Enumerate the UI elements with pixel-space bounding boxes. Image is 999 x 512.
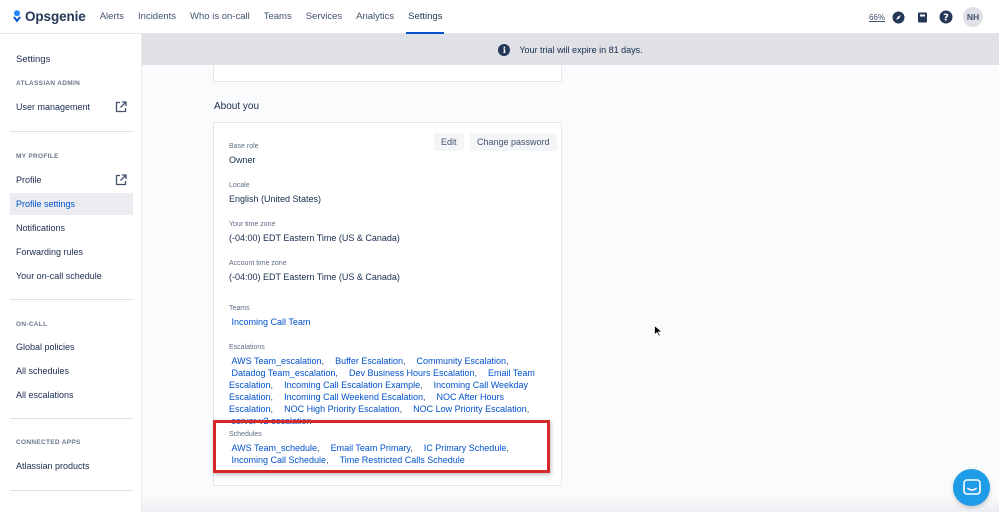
sidebar-item-on-call-schedule[interactable]: Your on-call schedule: [10, 265, 133, 287]
sidebar-item-label: User management: [16, 102, 91, 112]
compass-icon[interactable]: [891, 10, 905, 24]
sidebar-heading-my-profile: MY PROFILE: [16, 153, 59, 160]
list-link[interactable]: NOC High Priority Escalation: [282, 404, 400, 414]
sidebar-item-forwarding-rules[interactable]: Forwarding rules: [10, 241, 133, 263]
nav-settings[interactable]: Settings: [406, 0, 445, 34]
nav-analytics[interactable]: Analytics: [356, 0, 394, 34]
previous-card: [213, 65, 562, 82]
list-link[interactable]: Datadog Team_escalation: [229, 368, 336, 378]
app-name: Opsgenie: [25, 9, 86, 24]
list-link[interactable]: AWS Team_escalation: [229, 356, 322, 366]
nav-services[interactable]: Services: [306, 0, 342, 34]
list-separator: ,: [420, 380, 423, 390]
sidebar-item-user-management[interactable]: User management: [10, 96, 133, 118]
base-role-value: Owner: [229, 155, 256, 165]
info-icon: i: [498, 43, 511, 56]
base-role-label: Base role: [229, 143, 259, 150]
sidebar-item-notifications[interactable]: Notifications: [10, 217, 133, 239]
schedules-highlight-box: [213, 420, 550, 473]
about-you-title: About you: [214, 101, 260, 112]
page-bottom: [142, 496, 999, 512]
opsgenie-logo[interactable]: Opsgenie: [12, 9, 86, 24]
top-navigation: Opsgenie Alerts Incidents Who is on-call…: [0, 0, 999, 34]
list-separator: ,: [270, 404, 274, 414]
user-avatar[interactable]: NH: [963, 7, 983, 27]
chat-icon: [962, 478, 981, 495]
trial-banner-text: Your trial will expire in 81 days.: [519, 44, 643, 55]
nav-alerts[interactable]: Alerts: [100, 0, 124, 34]
account-time-zone-value: (-04:00) EDT Eastern Time (US & Canada): [229, 272, 400, 282]
time-zone-label: Your time zone: [229, 221, 276, 228]
list-link[interactable]: Incoming Call Escalation Example: [282, 380, 420, 390]
list-separator: ,: [506, 356, 509, 366]
list-link[interactable]: NOC Low Priority Escalation: [411, 404, 527, 414]
list-separator: ,: [335, 368, 338, 378]
sidebar-heading-connected-apps: CONNECTED APPS: [16, 439, 81, 446]
sidebar-title: Settings: [16, 54, 51, 65]
settings-sidebar: Settings ATLASSIAN ADMIN User management…: [0, 34, 142, 512]
locale-value: English (United States): [229, 194, 322, 204]
teams-list: Incoming Call Team: [229, 316, 541, 328]
sidebar-heading-on-call: ON-CALL: [16, 321, 48, 328]
list-separator: ,: [321, 356, 325, 366]
sidebar-divider: [10, 418, 133, 419]
nav-teams[interactable]: Teams: [264, 0, 292, 34]
trial-banner: i Your trial will expire in 81 days.: [142, 34, 999, 65]
book-icon[interactable]: [915, 10, 929, 24]
sidebar-divider: [10, 299, 133, 300]
battery-indicator: 66%: [868, 12, 885, 22]
time-zone-value: (-04:00) EDT Eastern Time (US & Canada): [229, 233, 400, 243]
sidebar-heading-atlassian-admin: ATLASSIAN ADMIN: [16, 80, 81, 87]
list-separator: ,: [422, 392, 426, 402]
sidebar-item-atlassian-products[interactable]: Atlassian products: [10, 455, 133, 477]
list-link[interactable]: Community Escalation: [414, 356, 506, 366]
list-separator: ,: [402, 356, 406, 366]
nav-incidents[interactable]: Incidents: [138, 0, 176, 34]
nav-who-is-on-call[interactable]: Who is on-call: [190, 0, 250, 34]
list-separator: ,: [526, 404, 530, 414]
change-password-button[interactable]: Change password: [470, 133, 557, 151]
teams-label: Teams: [229, 305, 250, 312]
escalations-list: AWS Team_escalation, Buffer Escalation, …: [229, 355, 541, 427]
locale-label: Locale: [229, 182, 250, 189]
help-icon[interactable]: ?: [939, 10, 953, 24]
list-link[interactable]: Dev Business Hours Escalation: [346, 368, 475, 378]
sidebar-item-all-schedules[interactable]: All schedules: [10, 360, 133, 382]
sidebar-item-all-escalations[interactable]: All escalations: [10, 384, 133, 406]
list-separator: ,: [270, 392, 274, 402]
sidebar-item-profile[interactable]: Profile: [10, 169, 133, 191]
external-link-icon: [115, 174, 127, 186]
list-separator: ,: [399, 404, 403, 414]
sidebar-item-profile-settings[interactable]: Profile settings: [10, 193, 133, 215]
list-separator: ,: [270, 380, 274, 390]
svg-text:?: ?: [943, 13, 949, 24]
list-link[interactable]: Incoming Call Weekend Escalation: [282, 392, 423, 402]
list-link[interactable]: Incoming Call Team: [229, 317, 311, 327]
escalations-label: Escalations: [229, 344, 265, 351]
mouse-cursor-icon: [654, 325, 663, 337]
sidebar-item-label: Profile: [16, 175, 42, 185]
external-link-icon: [115, 101, 127, 113]
sidebar-divider: [10, 490, 133, 491]
edit-button[interactable]: Edit: [434, 133, 464, 151]
chat-support-button[interactable]: [953, 469, 990, 506]
opsgenie-logo-icon: [13, 10, 21, 23]
list-link[interactable]: Buffer Escalation: [333, 356, 403, 366]
account-time-zone-label: Account time zone: [229, 260, 287, 267]
sidebar-divider: [10, 131, 133, 132]
list-separator: ,: [474, 368, 478, 378]
sidebar-item-global-policies[interactable]: Global policies: [10, 336, 133, 358]
